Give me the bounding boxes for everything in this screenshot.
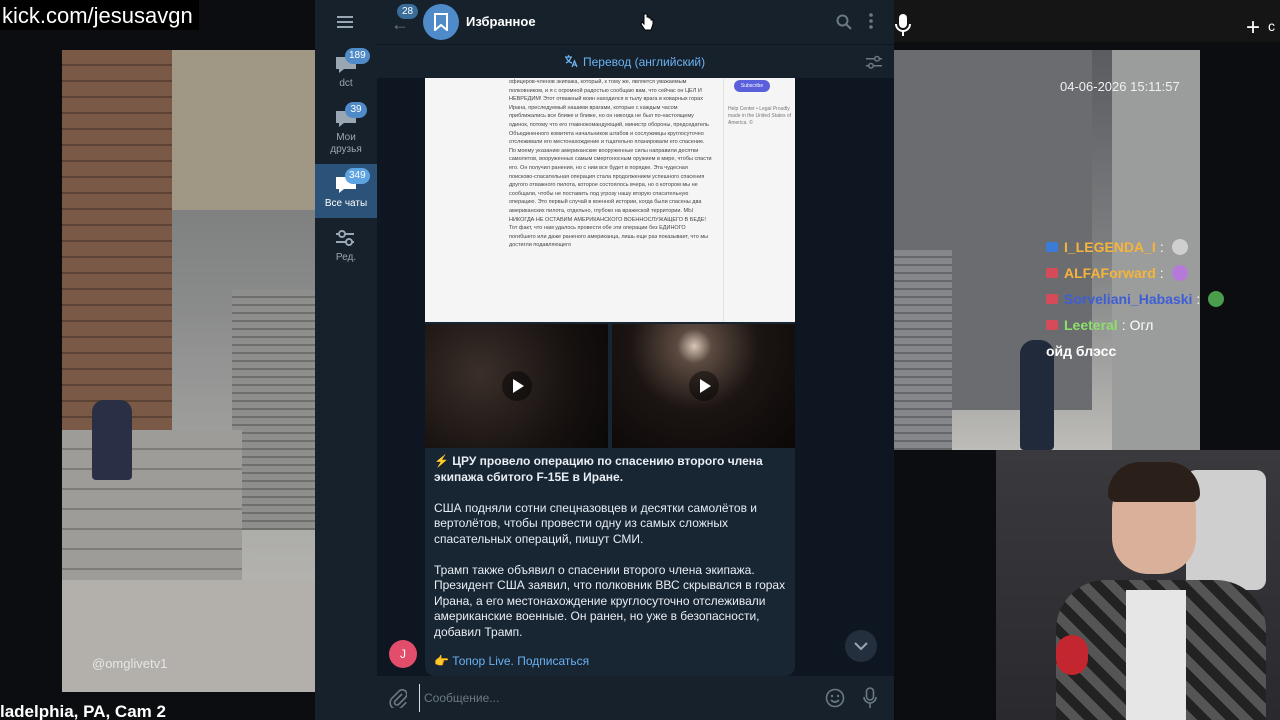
chat-message: Leeteral : Огл <box>1046 312 1236 338</box>
microphone <box>1056 635 1088 675</box>
streamer-hair <box>1108 462 1200 502</box>
play-icon[interactable] <box>501 371 532 401</box>
chevron-down-icon <box>854 642 868 651</box>
message-paragraph: США подняли сотни спецназовцев и десятки… <box>434 500 757 546</box>
streamer-webcam <box>996 450 1280 720</box>
more-options-icon[interactable] <box>869 13 873 29</box>
camera-feed-left <box>62 50 322 692</box>
stream-url: kick.com/jesusavgn <box>0 0 199 30</box>
chat-message: ойд блэсс <box>1046 338 1236 364</box>
camera-caption: ladelphia, PA, Cam 2 <box>0 702 166 720</box>
article-footer-text: Help Center • Legal Proudly made in the … <box>728 106 792 126</box>
camera-timestamp: 04-06-2026 15:11:57 <box>1060 79 1180 94</box>
message-bubble[interactable]: офицеров-членов экипажа, который, к тому… <box>425 78 795 676</box>
search-icon[interactable] <box>836 14 852 30</box>
chat-separator: : <box>1196 291 1201 307</box>
chat-title[interactable]: Избранное <box>466 14 536 29</box>
sitting-person <box>92 400 132 480</box>
stairs <box>62 430 242 580</box>
emote-icon <box>1171 239 1188 255</box>
folder-label: dct <box>339 78 353 89</box>
emoji-icon[interactable] <box>825 688 845 708</box>
plus-icon[interactable]: + <box>1246 14 1260 42</box>
microphone-icon[interactable] <box>863 687 877 709</box>
translate-icon <box>565 55 578 68</box>
chat-username[interactable]: Leeteral <box>1064 317 1118 333</box>
cursor-icon <box>640 13 654 31</box>
video-thumbnail[interactable] <box>425 324 608 448</box>
telegram-window: 189 dct 39 Мои друзья 349 Все чаты Ред. … <box>315 0 894 720</box>
topbar-plus-text: c <box>1268 18 1275 34</box>
menu-icon[interactable] <box>337 14 355 30</box>
message-input[interactable] <box>419 684 819 712</box>
chat-message: I_LEGENDA_I : <box>1046 234 1236 260</box>
emote-icon <box>1171 265 1188 281</box>
scroll-to-bottom-button[interactable] <box>845 630 877 662</box>
bookmark-icon <box>434 13 448 31</box>
chat-badge-icon <box>1046 294 1058 304</box>
chat-badge-icon <box>1046 268 1058 278</box>
unread-badge: 28 <box>397 4 419 19</box>
subscribe-link[interactable]: Топор Live. Подписаться <box>452 654 589 668</box>
roller-shutter <box>232 290 322 530</box>
folder-label: Мои друзья <box>330 132 362 155</box>
pointing-hand-icon: 👉 <box>434 654 449 668</box>
chat-text: ойд блэсс <box>1046 343 1117 359</box>
chat-separator: : <box>1159 265 1164 281</box>
message-footer: 👉 Топор Live. Подписаться <box>434 654 589 668</box>
folder-badge: 349 <box>345 168 370 184</box>
garage-door <box>892 250 952 450</box>
chat-username[interactable]: Sorveliani_Habaski <box>1064 291 1192 307</box>
message-composer <box>377 676 894 720</box>
chat-header: ← 28 Избранное <box>377 0 894 44</box>
chat-badge-icon <box>1046 320 1058 330</box>
saved-messages-avatar[interactable] <box>423 4 459 40</box>
message-paragraph: Трамп также объявил о спасении второго ч… <box>434 562 786 639</box>
article-screenshot[interactable]: офицеров-членов экипажа, который, к тому… <box>425 78 795 322</box>
chat-text: Огл <box>1129 317 1154 333</box>
article-text: офицеров-членов экипажа, который, к тому… <box>509 79 712 249</box>
chat-message: Sorveliani_Habaski : <box>1046 286 1236 312</box>
video-thumbnail[interactable] <box>612 324 795 448</box>
chat-message: ALFAForward : <box>1046 260 1236 286</box>
message-headline: ⚡ ЦРУ провело операцию по спасению второ… <box>434 454 763 484</box>
chat-username[interactable]: ALFAForward <box>1064 265 1156 281</box>
folder-edit[interactable]: Ред. <box>315 218 377 272</box>
subscribe-button: Subscribe <box>734 80 770 92</box>
building-wall <box>172 50 322 210</box>
chat-separator: : <box>1159 239 1164 255</box>
sender-avatar[interactable]: J <box>389 640 417 668</box>
folder-label: Ред. <box>335 252 357 263</box>
chat-username[interactable]: I_LEGENDA_I <box>1064 239 1156 255</box>
article-sidebar: Subscribe Help Center • Legal Proudly ma… <box>723 78 795 322</box>
stream-chat: I_LEGENDA_I : ALFAForward : Sorveliani_H… <box>1046 234 1236 364</box>
brick-wall <box>62 50 172 450</box>
folder-my-friends[interactable]: 39 Мои друзья <box>315 98 377 164</box>
message-text: ⚡ ЦРУ провело операцию по спасению второ… <box>434 454 786 656</box>
play-icon[interactable] <box>688 371 719 401</box>
emote-icon <box>1208 291 1225 307</box>
paperclip-icon[interactable] <box>389 688 407 708</box>
translate-settings-icon[interactable] <box>865 54 883 70</box>
microphone-icon[interactable] <box>892 12 914 38</box>
folder-all-chats[interactable]: 349 Все чаты <box>315 164 377 218</box>
folder-label: Все чаты <box>324 198 368 209</box>
chat-badge-icon <box>1046 242 1058 252</box>
sliders-icon <box>334 228 358 248</box>
camera-watermark: @omglivetv1 <box>92 656 168 671</box>
sidewalk <box>62 580 322 692</box>
folder-badge: 39 <box>345 102 367 118</box>
streamer-tshirt <box>1126 590 1186 720</box>
video-attachments <box>425 324 795 448</box>
chat-separator: : <box>1121 317 1126 333</box>
translate-button[interactable]: Перевод (английский) <box>583 55 705 69</box>
folder-badge: 189 <box>345 48 370 64</box>
folder-sidebar: 189 dct 39 Мои друзья 349 Все чаты Ред. <box>315 0 377 720</box>
translate-bar: Перевод (английский) <box>377 44 894 78</box>
folder-dct[interactable]: 189 dct <box>315 44 377 98</box>
stream-topbar <box>890 0 1280 42</box>
